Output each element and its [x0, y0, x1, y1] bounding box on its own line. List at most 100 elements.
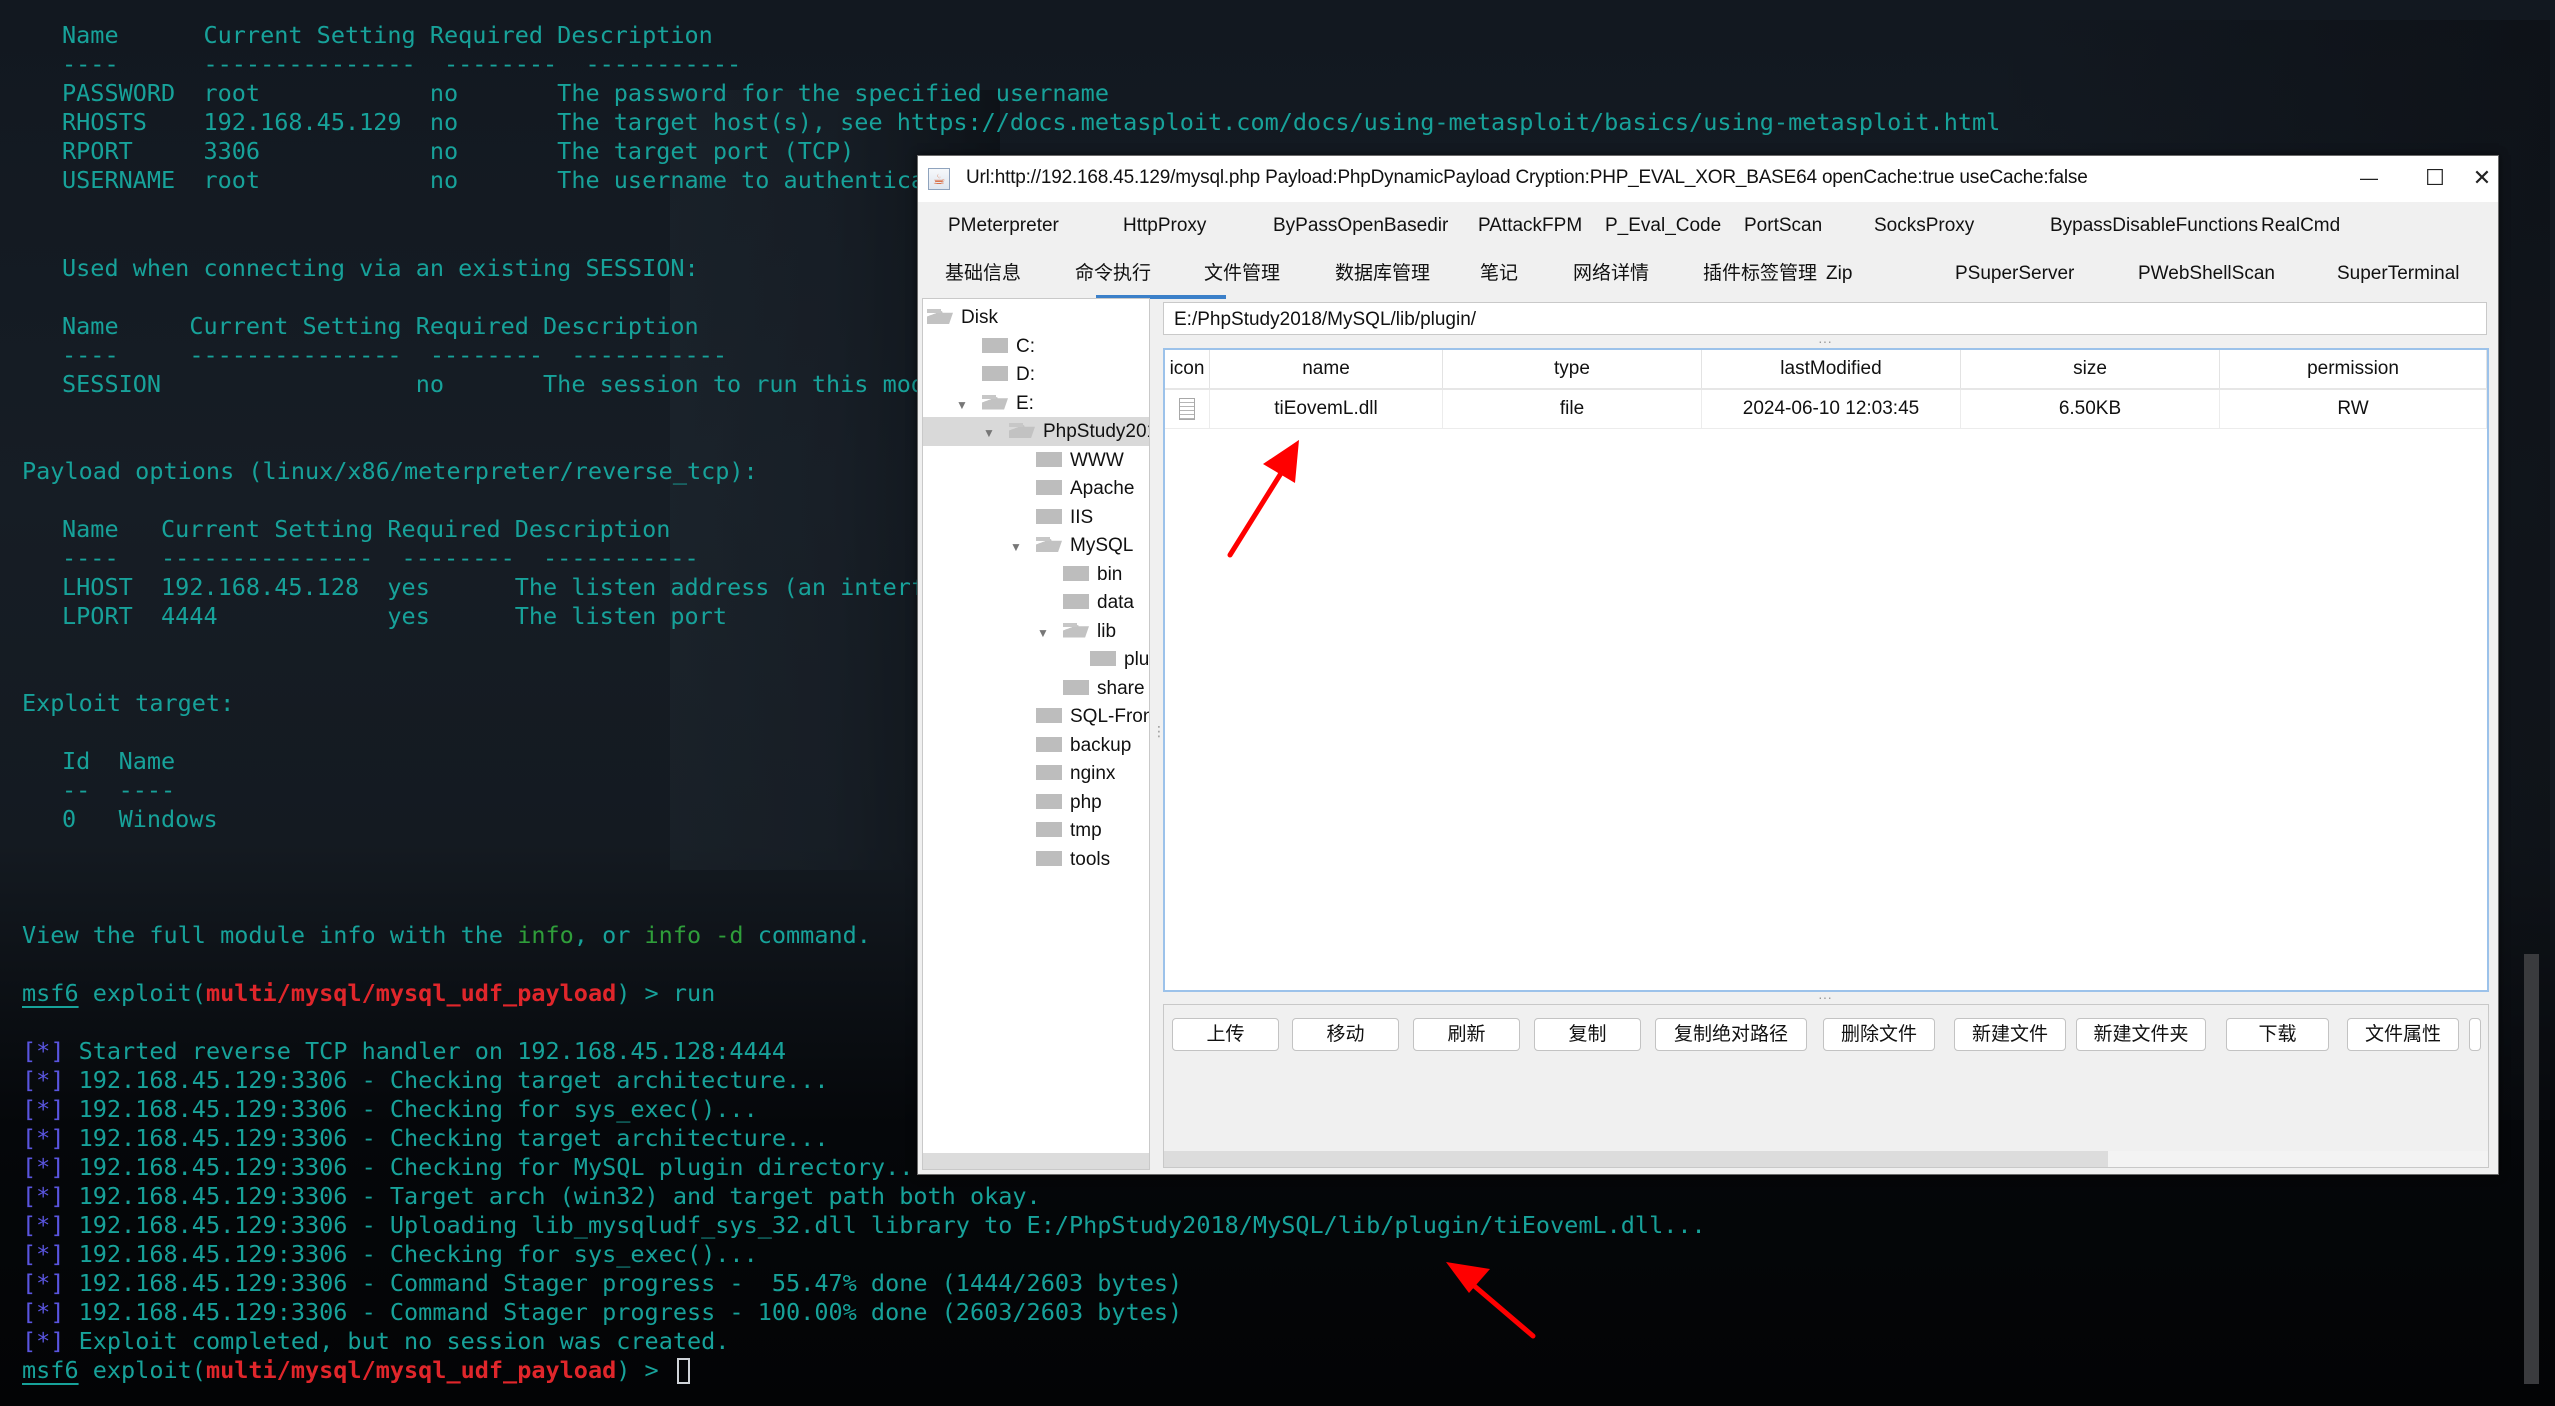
tab-3[interactable]: 数据库管理 — [1335, 250, 1430, 298]
horizontal-splitter-handle-2[interactable]: ··· — [1818, 990, 1832, 1004]
log-message: 192.168.45.129:3306 - Checking for sys_e… — [64, 1240, 758, 1268]
tree-node[interactable]: ▼ PhpStudy2018 — [923, 417, 1149, 446]
tree-node[interactable]: plugin — [923, 645, 1149, 674]
tab-9[interactable]: PWebShellScan — [2138, 250, 2275, 298]
file-action-button-5[interactable]: 删除文件 — [1823, 1018, 1935, 1051]
column-header-type[interactable]: type — [1442, 350, 1702, 390]
tab-10[interactable]: SuperTerminal — [2337, 250, 2460, 298]
tab-5[interactable]: 网络详情 — [1573, 250, 1649, 298]
overflow-button[interactable] — [2469, 1018, 2481, 1051]
plugin-portscan[interactable]: PortScan — [1744, 202, 1822, 250]
expand-toggle-icon[interactable]: ▼ — [1008, 533, 1024, 562]
tab-0[interactable]: 基础信息 — [945, 250, 1021, 298]
file-action-button-6[interactable]: 新建文件 — [1954, 1018, 2066, 1051]
file-action-button-8[interactable]: 下载 — [2226, 1018, 2329, 1051]
expand-toggle-icon[interactable]: ▼ — [981, 419, 997, 448]
folder-open-icon — [982, 394, 1008, 410]
title-bar[interactable]: ☕ Url:http://192.168.45.129/mysql.php Pa… — [918, 156, 2498, 202]
tree-node[interactable]: C: — [923, 332, 1149, 361]
file-action-button-9[interactable]: 文件属性 — [2347, 1018, 2459, 1051]
folder-icon — [1036, 850, 1062, 866]
tree-node[interactable]: ▼ E: — [923, 389, 1149, 418]
tree-node[interactable]: tools — [923, 845, 1149, 874]
file-action-button-7[interactable]: 新建文件夹 — [2076, 1018, 2206, 1051]
tab-1[interactable]: 命令执行 — [1075, 250, 1151, 298]
tree-node[interactable]: share — [923, 674, 1149, 703]
plugin-socksproxy[interactable]: SocksProxy — [1874, 202, 1974, 250]
terminal-scrollbar[interactable] — [2524, 954, 2539, 1384]
terminal-text: ) > — [616, 1356, 673, 1384]
tree-node[interactable]: nginx — [923, 759, 1149, 788]
tree-node[interactable]: D: — [923, 360, 1149, 389]
tree-node[interactable]: Disk — [923, 303, 1149, 332]
tree-node[interactable]: IIS — [923, 503, 1149, 532]
folder-icon — [1036, 793, 1062, 809]
plugin-p-eval-code[interactable]: P_Eval_Code — [1605, 202, 1721, 250]
column-header-icon[interactable]: icon — [1165, 350, 1210, 390]
status-prefix: [*] — [22, 1066, 65, 1094]
plugin-bypassopenbasedir[interactable]: ByPassOpenBasedir — [1273, 202, 1448, 250]
tree-node-label: tools — [1070, 848, 1111, 870]
tree-node[interactable]: data — [923, 588, 1149, 617]
maximize-button[interactable]: ☐ — [2402, 156, 2468, 202]
file-action-button-0[interactable]: 上传 — [1172, 1018, 1279, 1051]
horizontal-splitter-handle[interactable]: ··· — [1818, 334, 1832, 348]
expand-toggle-icon[interactable]: ▼ — [954, 391, 970, 420]
tree-node[interactable]: bin — [923, 560, 1149, 589]
table-row[interactable]: tiEovemL.dll file 2024-06-10 12:03:45 6.50K… — [1165, 389, 2487, 429]
tree-node[interactable]: backup — [923, 731, 1149, 760]
terminal-heading: Used when connecting via an existing SES… — [62, 254, 699, 282]
terminal-table-row: RHOSTS 192.168.45.129 no The target host… — [62, 108, 2001, 136]
tree-node-label: C: — [1016, 335, 1035, 357]
log-line: [*] Started reverse TCP handler on 192.1… — [22, 1037, 786, 1066]
tab-4[interactable]: 笔记 — [1480, 250, 1518, 298]
file-action-button-1[interactable]: 移动 — [1292, 1018, 1399, 1051]
tab-8[interactable]: PSuperServer — [1955, 250, 2074, 298]
status-prefix: [*] — [22, 1037, 65, 1065]
tree-horizontal-scrollbar[interactable] — [923, 1153, 1149, 1169]
terminal-cursor[interactable] — [676, 1358, 690, 1384]
folder-icon — [982, 366, 1008, 381]
tree-node[interactable]: php — [923, 788, 1149, 817]
tab-6[interactable]: 插件标签管理 — [1703, 250, 1817, 298]
path-input[interactable]: E:/PhpStudy2018/MySQL/lib/plugin/ — [1163, 302, 2487, 335]
tree-node[interactable]: ▼ MySQL — [923, 531, 1149, 560]
column-header-permission[interactable]: permission — [2219, 350, 2487, 390]
column-header-lastModified[interactable]: lastModified — [1701, 350, 1961, 390]
log-message: 192.168.45.129:3306 - Checking target ar… — [64, 1066, 829, 1094]
scrollbar-thumb[interactable] — [1164, 1151, 2108, 1167]
log-message: Exploit completed, but no session was cr… — [64, 1327, 730, 1355]
tree-node-label: MySQL — [1070, 535, 1134, 556]
plugin-realcmd[interactable]: RealCmd — [2261, 202, 2340, 250]
file-action-button-3[interactable]: 复制 — [1534, 1018, 1641, 1051]
terminal-text: View the full module info with the — [22, 921, 518, 949]
column-header-name[interactable]: name — [1209, 350, 1443, 390]
plugin-pmeterpreter[interactable]: PMeterpreter — [948, 202, 1059, 250]
file-action-panel: 上传 移动 刷新 复制 复制绝对路径 删除文件 新建文件 新建文件夹 下载 文件属性 — [1163, 1004, 2489, 1168]
log-message: 192.168.45.129:3306 - Target arch (win32… — [64, 1182, 1041, 1210]
terminal-table-row: SESSION no The session to run this modul… — [62, 370, 1010, 398]
minimize-button[interactable]: — — [2336, 156, 2402, 202]
expand-toggle-icon[interactable]: ▼ — [1035, 619, 1051, 648]
tree-node[interactable]: tmp — [923, 816, 1149, 845]
plugin-pattackfpm[interactable]: PAttackFPM — [1478, 202, 1582, 250]
button-panel-scrollbar[interactable] — [1164, 1151, 2488, 1167]
terminal-table-row: LPORT 4444 yes The listen port — [62, 602, 727, 630]
tab-2[interactable]: 文件管理 — [1204, 250, 1280, 298]
file-action-button-2[interactable]: 刷新 — [1413, 1018, 1520, 1051]
tree-node[interactable]: WWW — [923, 446, 1149, 475]
plugin-bypassdisablefunctions[interactable]: BypassDisableFunctions — [2050, 202, 2258, 250]
close-button[interactable]: ✕ — [2466, 156, 2498, 202]
tree-node-label: plugin — [1124, 649, 1150, 670]
log-line: [*] 192.168.45.129:3306 - Checking for s… — [22, 1240, 758, 1269]
tree-node[interactable]: ▼ lib — [923, 617, 1149, 646]
column-header-size[interactable]: size — [1960, 350, 2220, 390]
tree-node[interactable]: SQL-Front — [923, 702, 1149, 731]
folder-open-icon — [927, 309, 953, 324]
file-action-button-4[interactable]: 复制绝对路径 — [1655, 1018, 1807, 1051]
tab-7[interactable]: Zip — [1826, 250, 1852, 298]
plugin-httpproxy[interactable]: HttpProxy — [1123, 202, 1206, 250]
directory-tree[interactable]: Disk C: D: ▼ E: ▼ PhpStudy2018 WWW Apache IIS ▼ MyS… — [922, 298, 1150, 1170]
tree-node[interactable]: Apache — [923, 474, 1149, 503]
terminal-heading: Exploit target: — [22, 689, 235, 717]
